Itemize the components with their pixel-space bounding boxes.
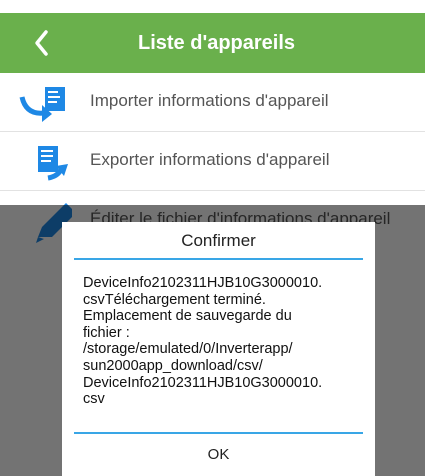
status-bar-area [0, 0, 425, 13]
list-item-label: Importer informations d'appareil [90, 91, 329, 110]
dialog-message: DeviceInfo2102311HJB10G3000010. csvTéléc… [83, 275, 323, 408]
list-item-export[interactable]: Exporter informations d'appareil [0, 132, 425, 191]
export-icon [38, 146, 68, 181]
dialog-title: Confirmer [181, 231, 256, 250]
page-title: Liste d'appareils [137, 32, 296, 54]
app-header: Liste d'appareils [0, 13, 425, 73]
import-icon [19, 87, 65, 122]
list-item-import[interactable]: Importer informations d'appareil [0, 73, 425, 132]
dialog-divider [74, 258, 363, 260]
confirm-dialog: Confirmer DeviceInfo2102311HJB10G3000010… [62, 222, 375, 476]
list-item-label: Exporter informations d'appareil [90, 150, 330, 169]
ok-button[interactable]: OK [62, 434, 375, 476]
